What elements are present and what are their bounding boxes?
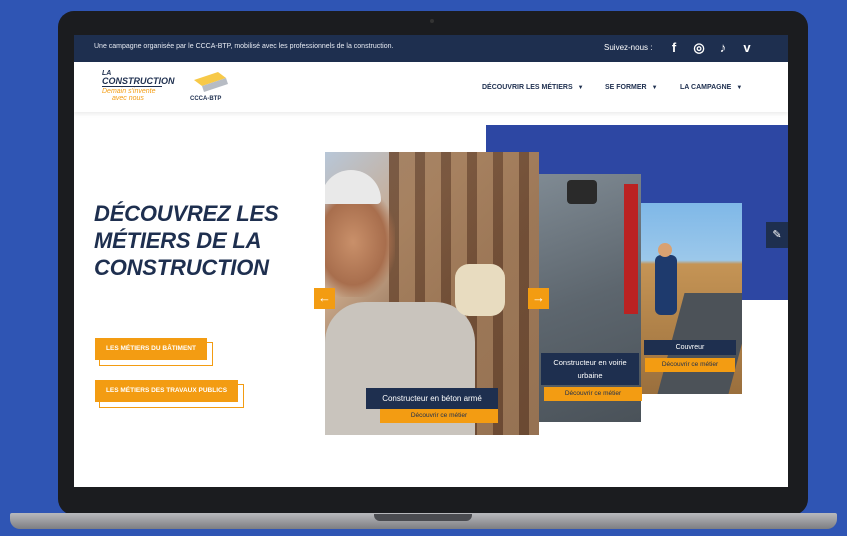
instagram-icon[interactable]: ◎ [691, 40, 707, 56]
nav-decouvrir-metiers[interactable]: DÉCOUVRIR LES MÉTIERS ▼ [482, 84, 584, 91]
logo-tagline-2: avec nous [112, 95, 144, 102]
follow-label: Suivez-nous : [604, 43, 653, 52]
hard-hat [325, 170, 381, 204]
card-couvreur-cta[interactable]: Découvrir ce métier [645, 358, 735, 372]
vimeo-icon[interactable]: v [739, 40, 755, 56]
hammer-head [567, 180, 597, 204]
chevron-down-icon: ▼ [651, 85, 658, 91]
nav-label: LA CAMPAGNE [680, 84, 732, 91]
metiers-travaux-publics-button[interactable]: LES MÉTIERS DES TRAVAUX PUBLICS [95, 380, 238, 402]
roofer-head [658, 243, 672, 257]
batiment-button-wrap: LES MÉTIERS DU BÂTIMENT [95, 338, 215, 366]
side-edit-tab-icon[interactable]: ✎ [766, 222, 788, 248]
nav-la-campagne[interactable]: LA CAMPAGNE ▼ [680, 84, 742, 91]
ccca-btp-logo-icon [194, 72, 228, 92]
laptop-notch [374, 514, 472, 521]
carousel-next-arrow-icon[interactable]: → [528, 288, 549, 309]
logo-main-text: CONSTRUCTION [102, 76, 175, 87]
card-voirie-title: Constructeur en voirie urbaine [541, 353, 639, 385]
campaign-notice: Une campagne organisée par le CCCA-BTP, … [94, 43, 394, 50]
site-header: LA CONSTRUCTION Demain s'invente avec no… [74, 62, 788, 112]
carousel-prev-arrow-icon[interactable]: ← [314, 288, 335, 309]
chevron-down-icon: ▼ [736, 85, 743, 91]
card-beton-arme-title: Constructeur en béton armé [366, 388, 498, 409]
tiktok-icon[interactable]: ♪ [715, 40, 731, 56]
page-bottom-area [74, 435, 788, 487]
ccca-btp-logo[interactable]: CCCA-BTP [188, 70, 232, 106]
top-info-bar: Une campagne organisée par le CCCA-BTP, … [74, 35, 788, 62]
nav-label: SE FORMER [605, 84, 647, 91]
ccca-btp-text: CCCA-BTP [190, 96, 222, 102]
card-beton-arme-cta[interactable]: Découvrir ce métier [380, 409, 498, 423]
roofer-figure [655, 255, 677, 315]
travaux-publics-button-wrap: LES MÉTIERS DES TRAVAUX PUBLICS [95, 380, 247, 410]
card-couvreur-title: Couvreur [644, 340, 736, 355]
nav-label: DÉCOUVRIR LES MÉTIERS [482, 84, 573, 91]
la-construction-logo[interactable]: LA CONSTRUCTION Demain s'invente avec no… [102, 70, 175, 106]
laptop-camera [430, 19, 434, 23]
worker-glove [455, 264, 505, 316]
facebook-icon[interactable]: f [666, 40, 682, 56]
nav-se-former[interactable]: SE FORMER ▼ [605, 84, 658, 91]
metiers-batiment-button[interactable]: LES MÉTIERS DU BÂTIMENT [95, 338, 207, 360]
browser-screen: Une campagne organisée par le CCCA-BTP, … [74, 35, 788, 487]
card-voirie-cta[interactable]: Découvrir ce métier [544, 387, 642, 401]
tool-handle [624, 184, 638, 314]
hero-title: DÉCOUVREZ LES MÉTIERS DE LA CONSTRUCTION [94, 201, 279, 280]
chevron-down-icon: ▼ [577, 85, 584, 91]
logo-tagline: Demain s'invente [102, 88, 156, 95]
